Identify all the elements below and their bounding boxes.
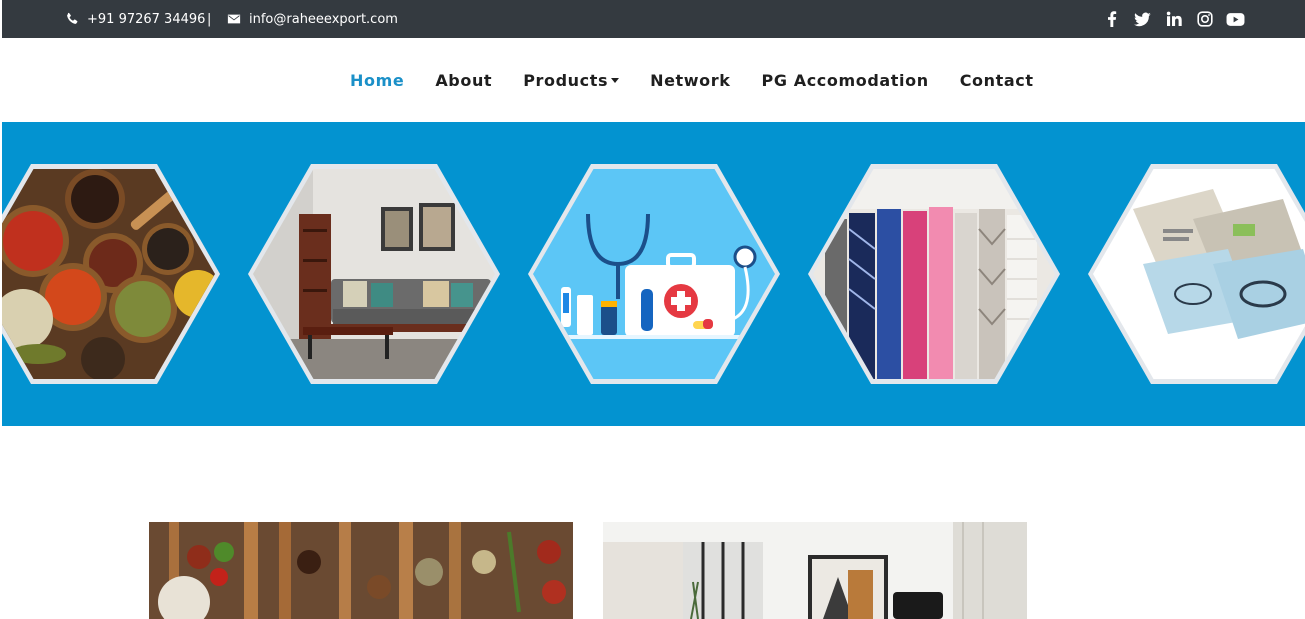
hex-furniture[interactable] — [248, 164, 500, 384]
nav-products-label: Products — [523, 70, 609, 90]
contact-separator: | — [207, 11, 212, 27]
hex-packaging[interactable] — [1088, 164, 1305, 384]
nav-products[interactable]: Products — [523, 70, 620, 90]
email-address: info@raheeexport.com — [249, 11, 398, 27]
nav-network[interactable]: Network — [650, 71, 730, 90]
phone-contact[interactable]: +91 97267 34496 — [65, 0, 205, 38]
email-contact[interactable]: info@raheeexport.com — [227, 0, 398, 38]
phone-icon — [65, 12, 79, 26]
nav-contact[interactable]: Contact — [960, 71, 1034, 90]
spices-banner-image — [149, 522, 573, 619]
page: +91 97267 34496 | info@raheeexport.com H… — [2, 0, 1305, 619]
spices-image — [2, 169, 215, 379]
hex-spices[interactable] — [2, 164, 220, 384]
nav-pg-accomodation[interactable]: PG Accomodation — [762, 71, 929, 90]
furniture-image — [253, 169, 495, 379]
packaging-image — [1093, 169, 1305, 379]
facebook-icon[interactable] — [1102, 10, 1121, 29]
youtube-icon[interactable] — [1226, 10, 1245, 29]
nav-home[interactable]: Home — [350, 71, 404, 90]
textile-fabrics-image — [813, 169, 1055, 379]
main-nav: Home About Products Network PG Accomodat… — [2, 38, 1305, 122]
social-links — [1102, 0, 1245, 38]
hex-textile[interactable] — [808, 164, 1060, 384]
top-bar: +91 97267 34496 | info@raheeexport.com — [2, 0, 1305, 38]
hex-medical[interactable] — [528, 164, 780, 384]
nav-about[interactable]: About — [435, 71, 492, 90]
caret-down-icon — [611, 77, 620, 83]
phone-number: +91 97267 34496 — [87, 11, 206, 27]
instagram-icon[interactable] — [1195, 10, 1214, 29]
hero-band — [2, 122, 1305, 426]
linkedin-icon[interactable] — [1164, 10, 1183, 29]
medical-image — [533, 169, 775, 379]
twitter-icon[interactable] — [1133, 10, 1152, 29]
interior-banner-image — [603, 522, 1027, 619]
envelope-icon — [227, 12, 241, 26]
